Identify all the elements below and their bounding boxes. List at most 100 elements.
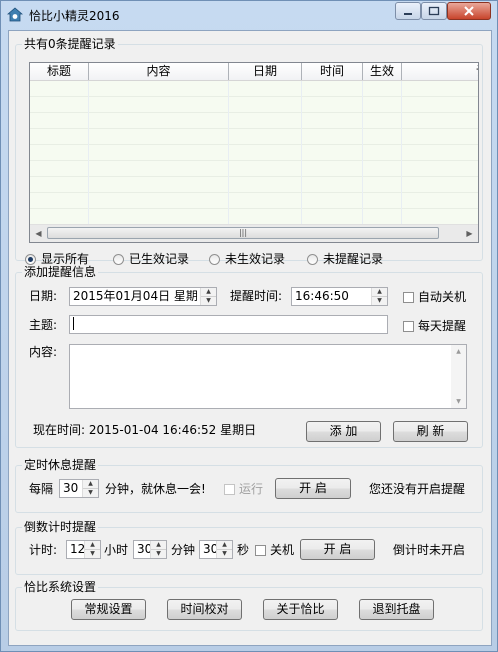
general-settings-button[interactable]: 常规设置	[71, 599, 146, 620]
close-button[interactable]	[447, 2, 491, 20]
rest-minutes-spinner[interactable]: ▲ ▼	[82, 480, 98, 497]
spin-up-icon[interactable]: ▲	[83, 480, 98, 489]
auto-shutdown-label: 自动关机	[418, 290, 467, 304]
rest-running-label: 运行	[239, 482, 264, 496]
countdown-seconds-label: 秒	[237, 543, 250, 557]
title-bar[interactable]: 恰比小精灵2016	[1, 1, 497, 29]
system-settings-group-title: 恰比系统设置	[22, 580, 99, 594]
radio-icon	[307, 254, 318, 265]
checkbox-icon	[403, 321, 414, 332]
countdown-hours-stepper[interactable]: 12 ▲ ▼	[66, 540, 101, 559]
column-header-content[interactable]: 内容	[89, 63, 229, 80]
records-list[interactable]: 标题 内容 日期 时间 生效 记录 ◀ ||| ▶	[29, 62, 479, 243]
date-spinner[interactable]: ▲ ▼	[200, 288, 216, 305]
spin-down-icon[interactable]: ▼	[151, 550, 166, 558]
spin-up-icon[interactable]: ▲	[372, 288, 387, 297]
content-label: 内容:	[29, 345, 58, 359]
filter-active-radio[interactable]: 已生效记录	[113, 252, 189, 266]
spin-down-icon[interactable]: ▼	[372, 297, 387, 305]
app-window: 恰比小精灵2016 共有0条提醒记录 标题 内容 日期 时间 生效 记录	[0, 0, 498, 652]
date-picker[interactable]: 2015年01月04日 星期日 ▲ ▼	[69, 287, 217, 306]
minimize-icon	[404, 13, 412, 15]
countdown-seconds-stepper[interactable]: 30 ▲ ▼	[199, 540, 233, 559]
auto-shutdown-checkbox[interactable]: 自动关机	[403, 290, 466, 304]
countdown-status-text: 倒计时未开启	[393, 543, 466, 557]
rest-minutes-value: 30	[63, 481, 79, 495]
column-header-time[interactable]: 时间	[302, 63, 363, 80]
maximize-icon	[428, 6, 440, 16]
checkbox-icon	[403, 292, 414, 303]
filter-active-label: 已生效记录	[129, 252, 190, 266]
spin-up-icon[interactable]: ▲	[217, 541, 232, 550]
checkbox-icon	[224, 484, 235, 495]
current-time-text: 现在时间: 2015-01-04 16:46:52 星期日	[33, 423, 257, 437]
filter-all-label: 显示所有	[41, 252, 90, 266]
filter-inactive-radio[interactable]: 未生效记录	[209, 252, 285, 266]
spin-down-icon[interactable]: ▼	[217, 550, 232, 558]
column-header-title[interactable]: 标题	[30, 63, 89, 80]
seconds-spinner[interactable]: ▲ ▼	[216, 541, 232, 558]
rest-status-text: 您还没有开启提醒	[369, 482, 466, 496]
radio-icon	[113, 254, 124, 265]
rest-reminder-group-title: 定时休息提醒	[22, 458, 99, 472]
time-spinner[interactable]: ▲ ▼	[371, 288, 387, 305]
refresh-button[interactable]: 刷 新	[393, 421, 468, 442]
scroll-down-icon[interactable]: ▼	[451, 398, 466, 405]
add-button[interactable]: 添 加	[306, 421, 381, 442]
about-button[interactable]: 关于恰比	[263, 599, 338, 620]
spin-up-icon[interactable]: ▲	[201, 288, 216, 297]
daily-remind-label: 每天提醒	[418, 319, 467, 333]
horizontal-scrollbar[interactable]: ◀ ||| ▶	[30, 224, 478, 242]
rest-start-button[interactable]: 开 启	[275, 478, 351, 499]
spin-up-icon[interactable]: ▲	[85, 541, 100, 550]
column-header-date[interactable]: 日期	[229, 63, 302, 80]
rest-minutes-stepper[interactable]: 30 ▲ ▼	[59, 479, 99, 498]
remind-time-label: 提醒时间:	[230, 289, 283, 303]
scroll-right-icon[interactable]: ▶	[461, 225, 478, 242]
rest-running-checkbox[interactable]: 运行	[224, 482, 263, 496]
scroll-up-icon[interactable]: ▲	[451, 348, 466, 355]
countdown-minutes-stepper[interactable]: 30 ▲ ▼	[133, 540, 167, 559]
records-group: 共有0条提醒记录 标题 内容 日期 时间 生效 记录 ◀ ||| ▶ 显	[15, 37, 483, 266]
content-textarea[interactable]: ▲ ▼	[69, 344, 467, 409]
scrollbar-thumb[interactable]: |||	[47, 227, 439, 239]
scroll-left-icon[interactable]: ◀	[30, 225, 47, 242]
remind-time-picker[interactable]: 16:46:50 ▲ ▼	[291, 287, 388, 306]
records-list-header: 标题 内容 日期 时间 生效 记录	[30, 63, 478, 81]
rest-suffix-label: 分钟，就休息一会!	[105, 482, 206, 496]
records-list-body	[30, 81, 478, 224]
content-scrollbar[interactable]: ▲ ▼	[451, 345, 466, 408]
spin-up-icon[interactable]: ▲	[151, 541, 166, 550]
rest-every-label: 每隔	[29, 482, 54, 496]
filter-all-radio[interactable]: 显示所有	[25, 252, 89, 266]
daily-remind-checkbox[interactable]: 每天提醒	[403, 319, 466, 333]
close-icon	[464, 6, 474, 16]
countdown-shutdown-label: 关机	[270, 543, 295, 557]
column-header-active[interactable]: 生效	[363, 63, 402, 80]
countdown-group-title: 倒数计时提醒	[22, 520, 99, 534]
hours-spinner[interactable]: ▲ ▼	[84, 541, 100, 558]
spin-down-icon[interactable]: ▼	[201, 297, 216, 305]
minimize-button[interactable]	[395, 2, 421, 20]
countdown-hours-value: 12	[70, 542, 86, 556]
spin-down-icon[interactable]: ▼	[83, 489, 98, 497]
countdown-start-button[interactable]: 开 启	[300, 539, 375, 560]
spin-down-icon[interactable]: ▼	[85, 550, 100, 558]
window-title: 恰比小精灵2016	[29, 9, 120, 23]
countdown-hours-label: 小时	[104, 543, 129, 557]
minutes-spinner[interactable]: ▲ ▼	[150, 541, 166, 558]
main-panel: 共有0条提醒记录 标题 内容 日期 时间 生效 记录 ◀ ||| ▶ 显	[8, 30, 492, 646]
subject-input[interactable]	[69, 315, 388, 334]
radio-icon	[209, 254, 220, 265]
filter-unreminded-radio[interactable]: 未提醒记录	[307, 252, 383, 266]
countdown-timer-label: 计时:	[29, 543, 58, 557]
countdown-shutdown-checkbox[interactable]: 关机	[255, 543, 294, 557]
maximize-button[interactable]	[421, 2, 447, 20]
text-cursor	[73, 317, 74, 330]
column-header-record[interactable]: 记录	[402, 63, 478, 80]
filter-unreminded-label: 未提醒记录	[323, 252, 384, 266]
time-calibration-button[interactable]: 时间校对	[167, 599, 242, 620]
filter-inactive-label: 未生效记录	[225, 252, 286, 266]
minimize-to-tray-button[interactable]: 退到托盘	[359, 599, 434, 620]
app-icon	[7, 7, 23, 22]
